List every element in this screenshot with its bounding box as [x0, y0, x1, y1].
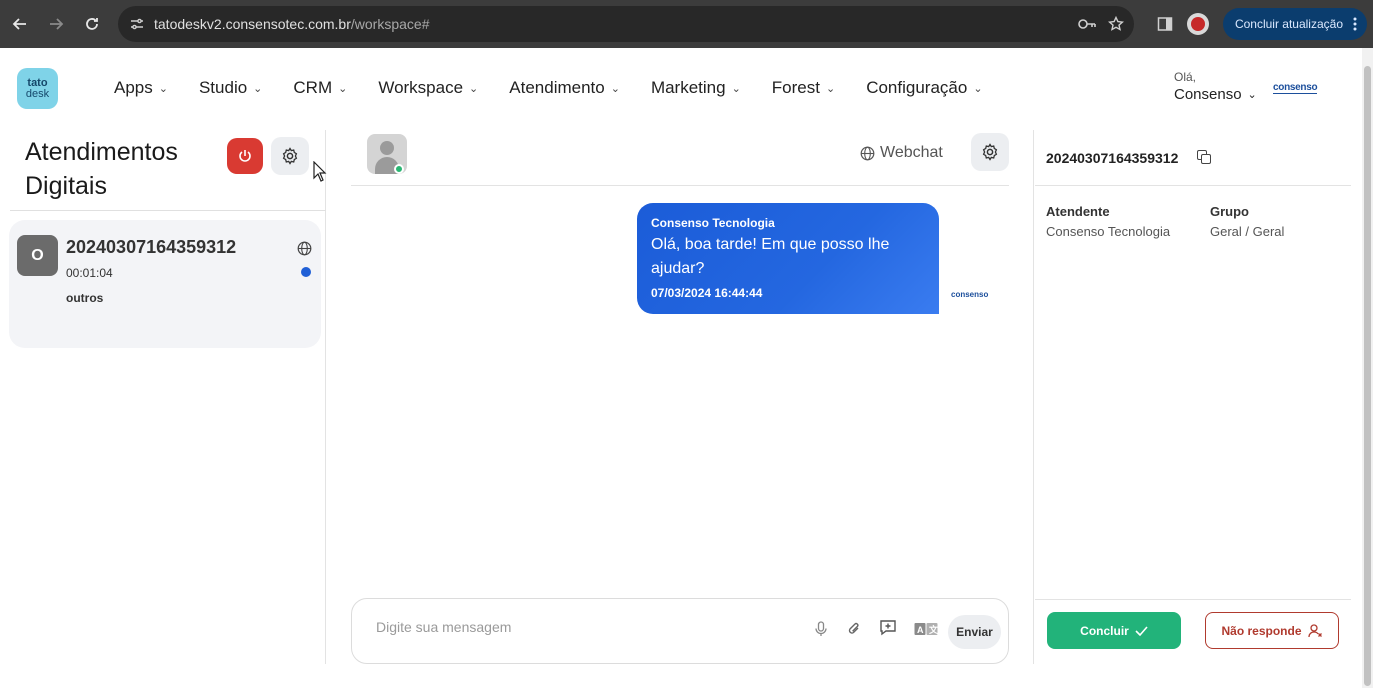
- copy-icon[interactable]: [1197, 150, 1211, 164]
- url-path: /workspace#: [350, 16, 430, 32]
- menu-marketing[interactable]: Marketing ⌄: [651, 78, 741, 98]
- chevron-down-icon: ⌄: [731, 82, 741, 95]
- tatodesk-logo[interactable]: tato desk: [17, 68, 58, 109]
- svg-text:文: 文: [928, 624, 938, 635]
- power-icon: [238, 149, 252, 163]
- chevron-down-icon: ⌄: [338, 82, 348, 95]
- channel-label: Webchat: [860, 144, 943, 162]
- attachment-icon[interactable]: [847, 621, 861, 637]
- check-icon: [1135, 625, 1148, 636]
- no-response-label: Não responde: [1221, 623, 1302, 638]
- address-bar[interactable]: tatodeskv2.consensotec.com.br/workspace#: [118, 6, 1134, 42]
- chat-panel: Webchat Consenso Tecnologia Olá, boa tar…: [327, 130, 1034, 664]
- user-name: Consenso: [1174, 86, 1242, 103]
- url-host: tatodeskv2.consensotec.com.br: [154, 16, 351, 32]
- microphone-icon[interactable]: [814, 621, 828, 637]
- key-icon[interactable]: [1078, 18, 1096, 30]
- sender-brand-logo: consenso: [951, 290, 989, 299]
- globe-icon: [297, 241, 312, 256]
- app-header: tato desk Apps ⌄ Studio ⌄ CRM ⌄ Workspace ⌄ …: [0, 48, 1362, 130]
- message-composer: A文 Enviar: [351, 598, 1009, 664]
- menu-studio[interactable]: Studio ⌄: [199, 78, 262, 98]
- message-input[interactable]: [376, 619, 776, 635]
- page-scrollbar[interactable]: [1362, 48, 1373, 688]
- logo-line2: desk: [25, 87, 50, 100]
- menu-configuracao[interactable]: Configuração ⌄: [866, 78, 982, 98]
- settings-button[interactable]: [271, 137, 309, 175]
- details-ticket-id: 20240307164359312: [1046, 150, 1179, 166]
- message-sender: Consenso Tecnologia: [651, 216, 775, 230]
- svg-text:A: A: [917, 625, 924, 635]
- update-button[interactable]: Concluir atualização: [1222, 8, 1367, 40]
- user-greeting: Olá,: [1174, 70, 1197, 84]
- unread-indicator: [301, 267, 311, 277]
- company-logo: consenso: [1273, 82, 1318, 94]
- online-status-dot: [394, 164, 404, 174]
- menu-atendimento[interactable]: Atendimento ⌄: [509, 78, 620, 98]
- logo-line1: tato: [27, 76, 48, 89]
- menu-forest[interactable]: Forest ⌄: [772, 78, 835, 98]
- group-label: Grupo: [1210, 204, 1249, 219]
- browser-toolbar: tatodeskv2.consensotec.com.br/workspace#…: [0, 0, 1373, 48]
- ticket-avatar: O: [17, 235, 58, 276]
- update-label: Concluir atualização: [1234, 17, 1343, 31]
- divider: [10, 210, 326, 211]
- panel-title: Atendimentos Digitais: [25, 138, 178, 200]
- main-menu: Apps ⌄ Studio ⌄ CRM ⌄ Workspace ⌄ Atendiment…: [114, 78, 1014, 98]
- kebab-menu-icon[interactable]: [1353, 17, 1357, 31]
- no-response-button[interactable]: Não responde: [1205, 612, 1339, 649]
- ticket-details-panel: 20240307164359312 Atendente Consenso Tec…: [1035, 130, 1351, 664]
- gear-icon: [981, 143, 999, 161]
- profile-avatar[interactable]: [1186, 13, 1209, 35]
- url-text: tatodeskv2.consensotec.com.br/workspace#: [154, 16, 429, 32]
- globe-icon: [860, 146, 875, 161]
- menu-workspace[interactable]: Workspace ⌄: [378, 78, 478, 98]
- menu-crm[interactable]: CRM ⌄: [293, 78, 347, 98]
- message-text: Olá, boa tarde! Em que posso lhe ajudar?: [651, 236, 890, 277]
- left-panel: Atendimentos Digitais O 2024030716435931…: [0, 130, 327, 664]
- chevron-down-icon: ⌄: [973, 82, 983, 95]
- translate-icon[interactable]: A文: [914, 622, 938, 636]
- menu-apps[interactable]: Apps ⌄: [114, 78, 168, 98]
- details-header: 20240307164359312: [1035, 130, 1351, 186]
- user-menu[interactable]: Olá, Consenso ⌄: [1174, 70, 1257, 103]
- divider: [1035, 599, 1351, 600]
- power-button[interactable]: [227, 138, 263, 174]
- chevron-down-icon: ⌄: [469, 82, 479, 95]
- ticket-category: outros: [66, 291, 104, 305]
- ticket-elapsed-time: 00:01:04: [66, 266, 113, 280]
- star-icon[interactable]: [1108, 16, 1124, 32]
- chevron-down-icon: ⌄: [610, 82, 620, 95]
- gear-icon: [281, 147, 299, 165]
- chat-header: Webchat: [351, 130, 1009, 186]
- site-info-icon[interactable]: [130, 17, 144, 31]
- agent-value: Consenso Tecnologia: [1046, 224, 1171, 239]
- group-value: Geral / Geral: [1210, 224, 1285, 239]
- chevron-down-icon: ⌄: [158, 82, 168, 95]
- mouse-cursor-icon: [313, 161, 327, 183]
- channel-name: Webchat: [880, 144, 943, 161]
- user-x-icon: [1307, 623, 1323, 638]
- ticket-id: 20240307164359312: [66, 237, 237, 257]
- forward-arrow-icon[interactable]: [38, 6, 74, 42]
- chat-settings-button[interactable]: [971, 133, 1009, 171]
- message-timestamp: 07/03/2024 16:44:44: [651, 286, 763, 300]
- back-arrow-icon[interactable]: [2, 6, 38, 42]
- conclude-label: Concluir: [1080, 623, 1129, 638]
- quick-reply-icon[interactable]: [879, 619, 897, 637]
- scrollbar-thumb[interactable]: [1364, 66, 1371, 686]
- conclude-button[interactable]: Concluir: [1047, 612, 1181, 649]
- agent-label: Atendente: [1046, 204, 1110, 219]
- reload-icon[interactable]: [74, 6, 110, 42]
- chevron-down-icon: ⌄: [253, 82, 263, 95]
- side-panel-icon[interactable]: [1157, 16, 1173, 32]
- send-button[interactable]: Enviar: [948, 615, 1001, 649]
- ticket-card[interactable]: O 20240307164359312 00:01:04 outros: [9, 220, 321, 348]
- chevron-down-icon: ⌄: [1247, 89, 1257, 101]
- message-bubble: Consenso Tecnologia Olá, boa tarde! Em q…: [637, 203, 939, 314]
- chevron-down-icon: ⌄: [825, 82, 836, 95]
